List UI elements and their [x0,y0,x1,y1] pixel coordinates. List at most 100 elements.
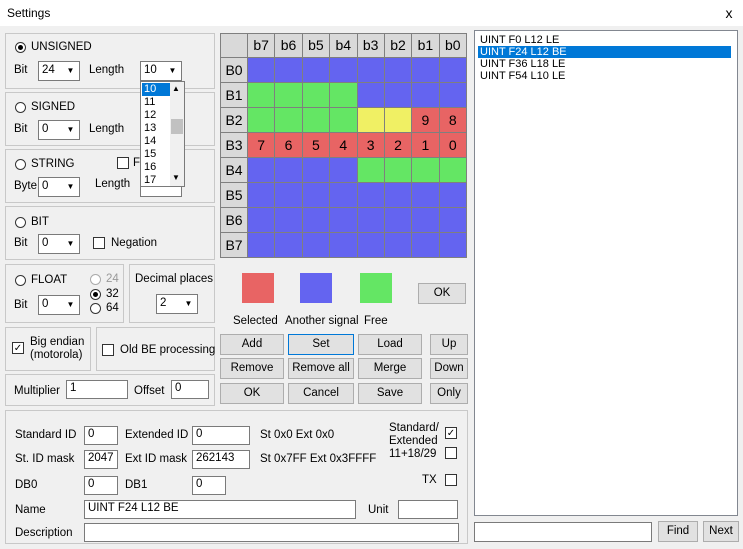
grid-cell[interactable]: 6 [274,132,303,158]
big-endian-checkbox[interactable]: ✓ [12,342,24,354]
grid-cell[interactable] [247,82,276,108]
grid-cell[interactable] [329,57,358,83]
offset-input[interactable]: 0 [171,380,209,399]
grid-cell[interactable] [383,207,413,233]
grid-cell[interactable] [247,232,276,258]
grid-cell[interactable] [329,157,358,183]
length-option[interactable]: 13 [142,122,170,135]
length-option[interactable]: 14 [142,135,170,148]
description-input[interactable] [84,523,459,542]
bit-radio[interactable] [15,217,26,228]
negation-checkbox[interactable] [93,237,105,249]
grid-cell[interactable] [438,157,467,183]
unsigned-length-combo[interactable]: 10 ▼ [140,61,182,81]
grid-cell[interactable] [329,107,358,133]
down-button[interactable]: Down [430,358,468,379]
grid-cell[interactable] [301,82,331,108]
grid-cell[interactable] [383,157,413,183]
grid-cell[interactable] [329,182,358,208]
std-ext-checkbox[interactable]: ✓ [445,427,457,439]
next-button[interactable]: Next [703,521,739,542]
unsigned-radio[interactable] [15,42,26,53]
grid-cell[interactable] [356,207,385,233]
grid-ok-button[interactable]: OK [418,283,466,304]
signed-radio[interactable] [15,102,26,113]
string-byte-combo[interactable]: 0 ▼ [38,177,80,197]
grid-cell[interactable] [247,182,276,208]
grid-cell[interactable] [329,207,358,233]
float-64-radio[interactable] [90,303,101,314]
grid-cell[interactable] [383,182,413,208]
grid-cell[interactable] [383,232,413,258]
float-32-radio[interactable] [90,289,101,300]
grid-cell[interactable] [274,157,303,183]
float-radio[interactable] [15,275,26,286]
length-option[interactable]: 15 [142,148,170,161]
grid-cell[interactable] [383,82,413,108]
grid-cell[interactable] [301,232,331,258]
dropdown-scrollbar[interactable]: ▲ ▼ [170,82,184,186]
unit-input[interactable] [398,500,458,519]
length-option[interactable]: 16 [142,161,170,174]
chevron-down-icon[interactable]: ▼ [172,173,180,182]
signal-list-item[interactable]: UINT F24 L12 BE [478,46,731,58]
grid-cell[interactable] [356,182,385,208]
grid-cell[interactable] [247,57,276,83]
length-option[interactable]: 17 [142,174,170,187]
grid-cell[interactable] [274,232,303,258]
std-mask-input[interactable]: 2047 [84,450,118,469]
add-button[interactable]: Add [220,334,284,355]
grid-cell[interactable] [438,182,467,208]
ext-id-input[interactable]: 0 [192,426,250,445]
grid-cell[interactable] [356,107,385,133]
ext-mask-input[interactable]: 262143 [192,450,250,469]
close-button[interactable]: x [720,4,738,22]
grid-cell[interactable]: 7 [247,132,276,158]
grid-cell[interactable] [411,207,440,233]
db0-input[interactable]: 0 [84,476,118,495]
grid-cell[interactable] [438,207,467,233]
grid-cell[interactable]: 4 [329,132,358,158]
grid-cell[interactable] [274,82,303,108]
grid-cell[interactable] [383,57,413,83]
grid-cell[interactable] [301,107,331,133]
load-button[interactable]: Load [358,334,422,355]
grid-cell[interactable]: 1 [411,132,440,158]
float-bit-combo[interactable]: 0 ▼ [38,295,80,315]
search-input[interactable] [474,522,652,542]
merge-button[interactable]: Merge [358,358,422,379]
grid-cell[interactable]: 8 [438,107,467,133]
grid-cell[interactable] [301,57,331,83]
grid-cell[interactable] [274,182,303,208]
grid-cell[interactable] [438,232,467,258]
length-option[interactable]: 12 [142,109,170,122]
grid-cell[interactable] [411,232,440,258]
only-button[interactable]: Only [430,383,468,404]
ext-29-checkbox[interactable] [445,447,457,459]
grid-cell[interactable]: 3 [356,132,385,158]
grid-cell[interactable] [411,157,440,183]
grid-cell[interactable] [356,82,385,108]
name-input[interactable]: UINT F24 L12 BE [84,500,356,519]
unsigned-bit-combo[interactable]: 24 ▼ [38,61,80,81]
grid-cell[interactable] [247,107,276,133]
set-button[interactable]: Set [288,334,354,355]
grid-cell[interactable] [411,182,440,208]
grid-cell[interactable] [383,107,413,133]
grid-cell[interactable] [356,157,385,183]
db1-input[interactable]: 0 [192,476,226,495]
signal-list-item[interactable]: UINT F0 L12 LE [478,34,731,46]
bit-bit-combo[interactable]: 0 ▼ [38,234,80,254]
grid-cell[interactable]: 9 [411,107,440,133]
grid-cell[interactable] [356,232,385,258]
length-dropdown-list[interactable]: 10 11 12 13 14 15 16 17 ▲ ▼ [140,81,185,187]
signal-list-item[interactable]: UINT F54 L10 LE [478,70,731,82]
length-option[interactable]: 10 [142,83,170,96]
up-button[interactable]: Up [430,334,468,355]
grid-cell[interactable] [301,157,331,183]
grid-cell[interactable] [274,107,303,133]
grid-cell[interactable] [274,57,303,83]
multiplier-input[interactable]: 1 [66,380,128,399]
std-id-input[interactable]: 0 [84,426,118,445]
save-button[interactable]: Save [358,383,422,404]
